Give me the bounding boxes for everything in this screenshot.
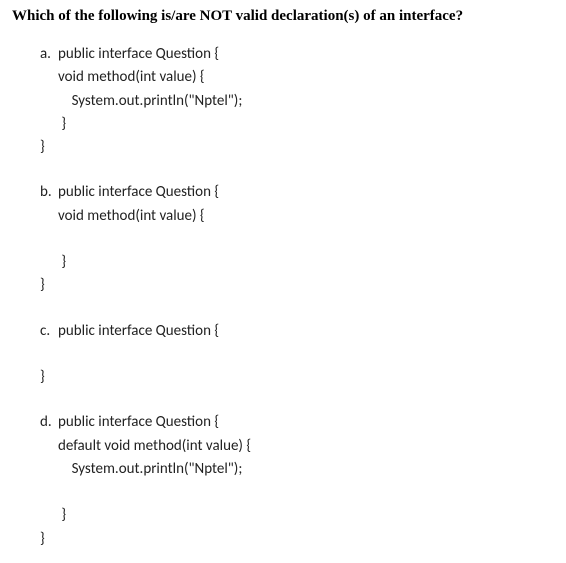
option-b: b. public interface Question { void meth… [40, 181, 554, 297]
code-line: public interface Question { [58, 411, 219, 434]
code-line: } [40, 136, 45, 159]
code-line [58, 228, 61, 251]
question-container: Which of the following is/are NOT valid … [0, 0, 566, 563]
code-line: } [58, 504, 66, 527]
code-line: } [40, 366, 45, 389]
code-line: } [40, 274, 45, 297]
code-line: } [58, 251, 66, 274]
option-c-letter: c. [40, 320, 58, 343]
code-line: void method(int value) { [58, 66, 205, 89]
question-title: Which of the following is/are NOT valid … [12, 8, 554, 25]
code-line: void method(int value) { [58, 205, 205, 228]
code-line: System.out.println("Nptel"); [58, 458, 242, 481]
option-d-letter: d. [40, 411, 58, 434]
code-line [58, 481, 61, 504]
code-line: public interface Question { [58, 320, 219, 343]
code-line: System.out.println("Nptel"); [58, 90, 242, 113]
option-c: c. public interface Question { } [40, 320, 554, 390]
code-line [58, 343, 61, 366]
code-line: default void method(int value) { [58, 435, 251, 458]
option-a-letter: a. [40, 43, 58, 66]
code-line: } [40, 528, 45, 551]
option-d: d. public interface Question { default v… [40, 411, 554, 551]
option-a: a. public interface Question { void meth… [40, 43, 554, 159]
option-b-letter: b. [40, 181, 58, 204]
code-line: public interface Question { [58, 43, 219, 66]
code-line: } [58, 113, 66, 136]
code-line: public interface Question { [58, 181, 219, 204]
